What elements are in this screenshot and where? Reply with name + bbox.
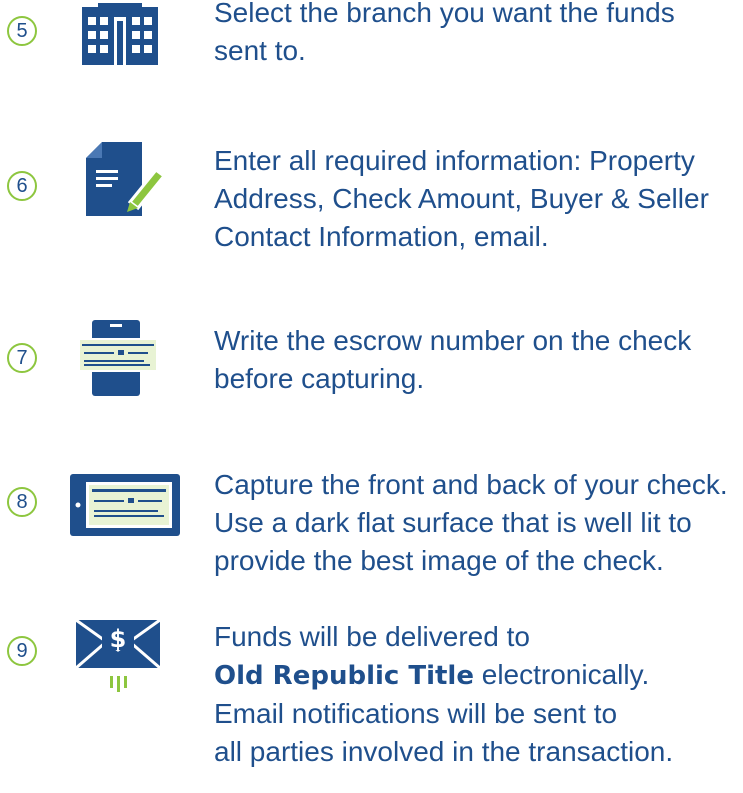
step-number: 9 xyxy=(7,636,37,666)
step-number: 6 xyxy=(7,171,37,201)
step-text: Capture the front and back of your check… xyxy=(214,469,728,576)
phone-check-icon xyxy=(72,318,168,403)
building-icon xyxy=(72,3,168,72)
step-number: 5 xyxy=(7,16,37,46)
step-number: 7 xyxy=(7,343,37,373)
svg-text:$: $ xyxy=(110,625,127,653)
tablet-check-icon xyxy=(70,474,182,541)
step-text: Funds will be delivered to Old Republic … xyxy=(214,618,742,771)
step-number: 8 xyxy=(7,487,37,517)
brand-name: Old Republic Title xyxy=(214,661,474,691)
step-text-intro: Funds will be delivered to xyxy=(214,621,530,652)
step-text: Write the escrow number on the check bef… xyxy=(214,325,692,394)
step-text: Select the branch you want the funds sen… xyxy=(214,0,675,66)
envelope-dollar-icon: $ xyxy=(75,618,176,705)
step-text: Enter all required information: Property… xyxy=(214,145,709,252)
document-pen-icon xyxy=(72,140,168,225)
